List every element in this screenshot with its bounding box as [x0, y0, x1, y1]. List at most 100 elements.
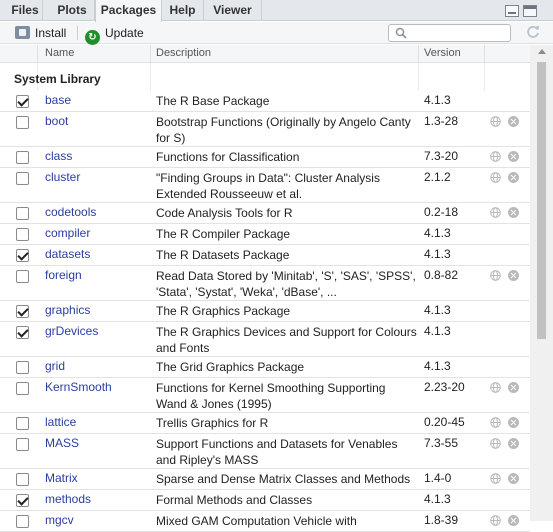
package-description: The R Base Package	[156, 93, 418, 109]
tab-plots[interactable]: Plots	[50, 0, 95, 21]
package-row: MASS Support Functions and Datasets for V…	[0, 434, 530, 469]
package-description-line: Functions for Kernel Smoothing Supportin…	[156, 381, 386, 395]
package-load-checkbox[interactable]	[16, 382, 29, 395]
package-name-link[interactable]: graphics	[45, 303, 90, 317]
package-name-link[interactable]: base	[45, 93, 71, 107]
scrollbar-thumb[interactable]	[537, 62, 546, 339]
package-load-checkbox[interactable]	[16, 228, 29, 241]
package-name-link[interactable]: boot	[45, 114, 68, 128]
package-name-link[interactable]: KernSmooth	[45, 380, 112, 394]
package-load-checkbox[interactable]	[16, 326, 29, 339]
package-row: mgcv Mixed GAM Computation Vehicle with 1.…	[0, 511, 530, 532]
remove-package-icon[interactable]	[508, 172, 519, 183]
column-header-description[interactable]: Description	[156, 45, 211, 62]
package-row: foreign Read Data Stored by 'Minitab', 'S…	[0, 266, 530, 301]
remove-package-icon[interactable]	[508, 207, 519, 218]
globe-icon[interactable]	[490, 270, 501, 281]
package-name-link[interactable]: class	[45, 149, 72, 163]
globe-icon[interactable]	[490, 172, 501, 183]
tab-packages[interactable]: Packages	[95, 0, 162, 22]
package-load-checkbox[interactable]	[16, 494, 29, 507]
tab-help[interactable]: Help	[162, 0, 204, 21]
package-name-link[interactable]: compiler	[45, 226, 90, 240]
globe-icon[interactable]	[490, 417, 501, 428]
package-load-checkbox[interactable]	[16, 249, 29, 262]
globe-icon[interactable]	[490, 151, 501, 162]
package-name-link[interactable]: mgcv	[45, 513, 74, 527]
package-name-link[interactable]: MASS	[45, 436, 79, 450]
column-divider	[484, 45, 485, 63]
package-load-checkbox[interactable]	[16, 515, 29, 528]
package-load-checkbox[interactable]	[16, 116, 29, 129]
package-version: 4.1.3	[424, 226, 451, 240]
package-description-line: The Grid Graphics Package	[156, 360, 305, 374]
column-header-version[interactable]: Version	[424, 45, 461, 62]
globe-icon[interactable]	[490, 473, 501, 484]
package-load-checkbox[interactable]	[16, 151, 29, 164]
search-input[interactable]	[388, 24, 511, 42]
remove-package-icon[interactable]	[508, 151, 519, 162]
package-name-link[interactable]: cluster	[45, 170, 80, 184]
package-name-link[interactable]: lattice	[45, 415, 76, 429]
package-version: 4.1.3	[424, 492, 451, 506]
package-name-link[interactable]: datasets	[45, 247, 90, 261]
package-load-checkbox[interactable]	[16, 361, 29, 374]
package-version: 4.1.3	[424, 93, 451, 107]
globe-icon[interactable]	[490, 438, 501, 449]
package-name-link[interactable]: methods	[45, 492, 91, 506]
package-name-link[interactable]: foreign	[45, 268, 82, 282]
refresh-icon[interactable]	[525, 24, 541, 40]
column-divider	[418, 45, 419, 63]
tab-viewer[interactable]: Viewer	[204, 0, 262, 21]
package-description: Formal Methods and Classes	[156, 492, 418, 508]
minimize-pane-button[interactable]	[505, 5, 519, 17]
remove-package-icon[interactable]	[508, 116, 519, 127]
package-load-checkbox[interactable]	[16, 438, 29, 451]
column-header-name[interactable]: Name	[45, 45, 74, 62]
install-button[interactable]: Install	[15, 25, 66, 41]
install-icon	[15, 26, 30, 39]
package-version: 7.3-55	[424, 436, 459, 450]
package-name-link[interactable]: codetools	[45, 205, 96, 219]
package-description: Code Analysis Tools for R	[156, 205, 418, 221]
remove-package-icon[interactable]	[508, 473, 519, 484]
package-description: The R Graphics Package	[156, 303, 418, 319]
package-name-link[interactable]: Matrix	[45, 471, 78, 485]
package-description-line: The R Compiler Package	[156, 227, 291, 241]
package-load-checkbox[interactable]	[16, 95, 29, 108]
tab-files[interactable]: Files	[8, 0, 43, 21]
remove-package-icon[interactable]	[508, 417, 519, 428]
package-row: Matrix Sparse and Dense Matrix Classes an…	[0, 469, 530, 490]
globe-icon[interactable]	[490, 116, 501, 127]
remove-package-icon[interactable]	[508, 270, 519, 281]
column-divider	[37, 45, 38, 63]
package-description-line: and Fonts	[156, 341, 210, 355]
package-name-link[interactable]: grDevices	[45, 324, 98, 338]
scroll-up-arrow-icon[interactable]	[538, 49, 546, 54]
package-load-checkbox[interactable]	[16, 417, 29, 430]
globe-icon[interactable]	[490, 207, 501, 218]
package-version: 4.1.3	[424, 359, 451, 373]
maximize-pane-button[interactable]	[523, 5, 537, 17]
update-button[interactable]: ↻ Update	[85, 25, 144, 45]
package-version: 0.2-18	[424, 205, 459, 219]
toolbar-divider	[77, 26, 78, 40]
globe-icon[interactable]	[490, 382, 501, 393]
package-description-line: Trellis Graphics for R	[156, 416, 269, 430]
package-load-checkbox[interactable]	[16, 207, 29, 220]
package-description: "Finding Groups in Data": Cluster Analys…	[156, 170, 418, 202]
package-load-checkbox[interactable]	[16, 270, 29, 283]
vertical-scrollbar[interactable]	[530, 45, 553, 521]
package-row: grDevices The R Graphics Devices and Supp…	[0, 322, 530, 357]
package-load-checkbox[interactable]	[16, 473, 29, 486]
package-version: 4.1.3	[424, 303, 451, 317]
packages-table: base The R Base Package 4.1.3 boot Bootstrap…	[0, 91, 530, 532]
package-name-link[interactable]: grid	[45, 359, 65, 373]
package-load-checkbox[interactable]	[16, 172, 29, 185]
remove-package-icon[interactable]	[508, 438, 519, 449]
pane-tab-bar: Files Plots Packages Help Viewer	[0, 0, 553, 22]
package-load-checkbox[interactable]	[16, 305, 29, 318]
package-row: boot Bootstrap Functions (Originally by A…	[0, 112, 530, 147]
remove-package-icon[interactable]	[508, 382, 519, 393]
package-description: The Grid Graphics Package	[156, 359, 418, 375]
